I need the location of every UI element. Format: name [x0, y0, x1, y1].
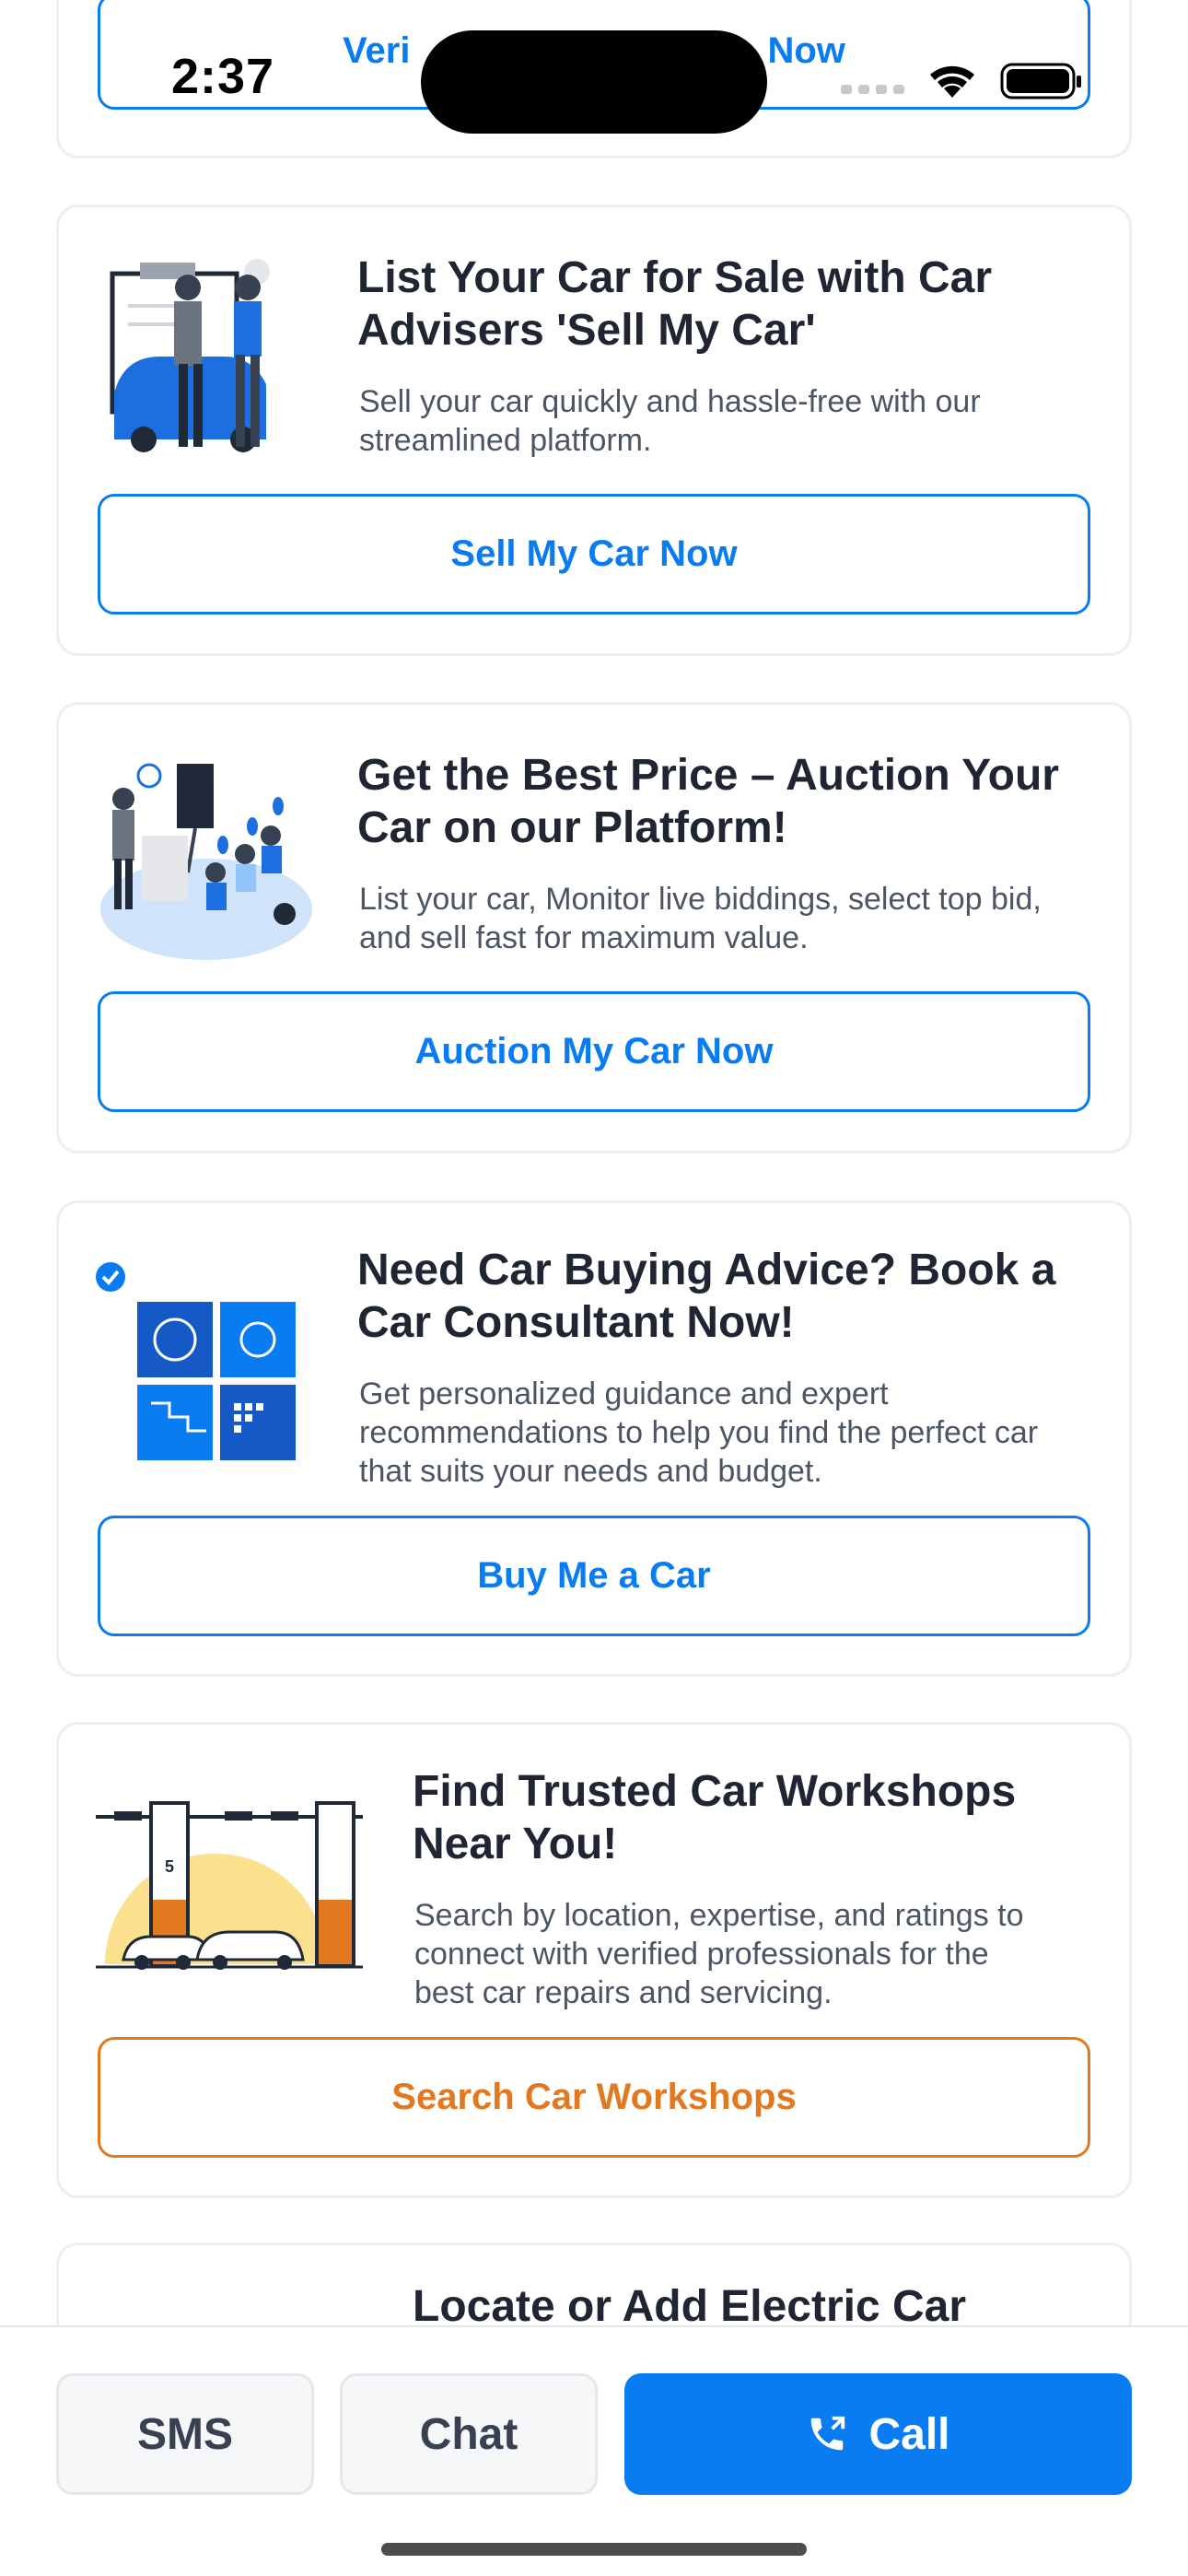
- sell-car-description: Sell your car quickly and hassle-free wi…: [359, 384, 981, 458]
- auction-card: Get the Best Price – Auction Your Car on…: [56, 702, 1132, 1153]
- call-button-label: Call: [868, 2409, 950, 2459]
- bottom-action-bar: SMS Chat Call: [0, 2325, 1188, 2576]
- signal-icon: [841, 85, 904, 94]
- home-indicator: [381, 2543, 807, 2556]
- workshop-card: 5 Find Trusted Car Workshops Near You! S…: [56, 1722, 1132, 2198]
- chat-button[interactable]: Chat: [340, 2373, 598, 2495]
- sell-car-title: List Your Car for Sale with Car Advisers…: [357, 253, 993, 355]
- consultant-description: Get personalized guidance and expert rec…: [359, 1376, 1039, 1489]
- battery-icon: [1000, 63, 1081, 100]
- call-button[interactable]: Call: [624, 2373, 1132, 2495]
- workshop-title: Find Trusted Car Workshops Near You!: [413, 1767, 1017, 1868]
- workshop-bay-number: 5: [165, 1857, 174, 1876]
- consultant-title: Need Car Buying Advice? Book a Car Consu…: [357, 1246, 1056, 1347]
- verify-button-label-left: Veri: [343, 30, 411, 71]
- dynamic-island: [421, 30, 767, 134]
- wifi-icon: [930, 65, 974, 98]
- sell-car-illustration: [110, 259, 270, 452]
- workshop-illustration: 5: [96, 1801, 363, 1970]
- search-car-workshops-button[interactable]: Search Car Workshops: [98, 2037, 1090, 2158]
- status-time: 2:37: [171, 49, 275, 104]
- workshop-description: Search by location, expertise, and ratin…: [414, 1898, 1024, 2010]
- consultant-illustration: [96, 1262, 296, 1460]
- auction-description: List your car, Monitor live biddings, se…: [359, 882, 1042, 955]
- auction-illustration: [100, 763, 312, 960]
- buy-me-a-car-button[interactable]: Buy Me a Car: [98, 1516, 1090, 1636]
- sell-my-car-button[interactable]: Sell My Car Now: [98, 494, 1090, 615]
- auction-my-car-button[interactable]: Auction My Car Now: [98, 991, 1090, 1112]
- sms-button[interactable]: SMS: [56, 2373, 314, 2495]
- auction-title: Get the Best Price – Auction Your Car on…: [357, 751, 1059, 852]
- verify-button-label-right: Now: [767, 30, 845, 71]
- status-icons: [841, 63, 1081, 100]
- sell-car-card: List Your Car for Sale with Car Advisers…: [56, 205, 1132, 656]
- phone-icon: [811, 2416, 845, 2451]
- screen: Veri Now 2:37 List Your Car for Sale wit…: [0, 0, 1188, 2576]
- consultant-card: Need Car Buying Advice? Book a Car Consu…: [56, 1200, 1132, 1677]
